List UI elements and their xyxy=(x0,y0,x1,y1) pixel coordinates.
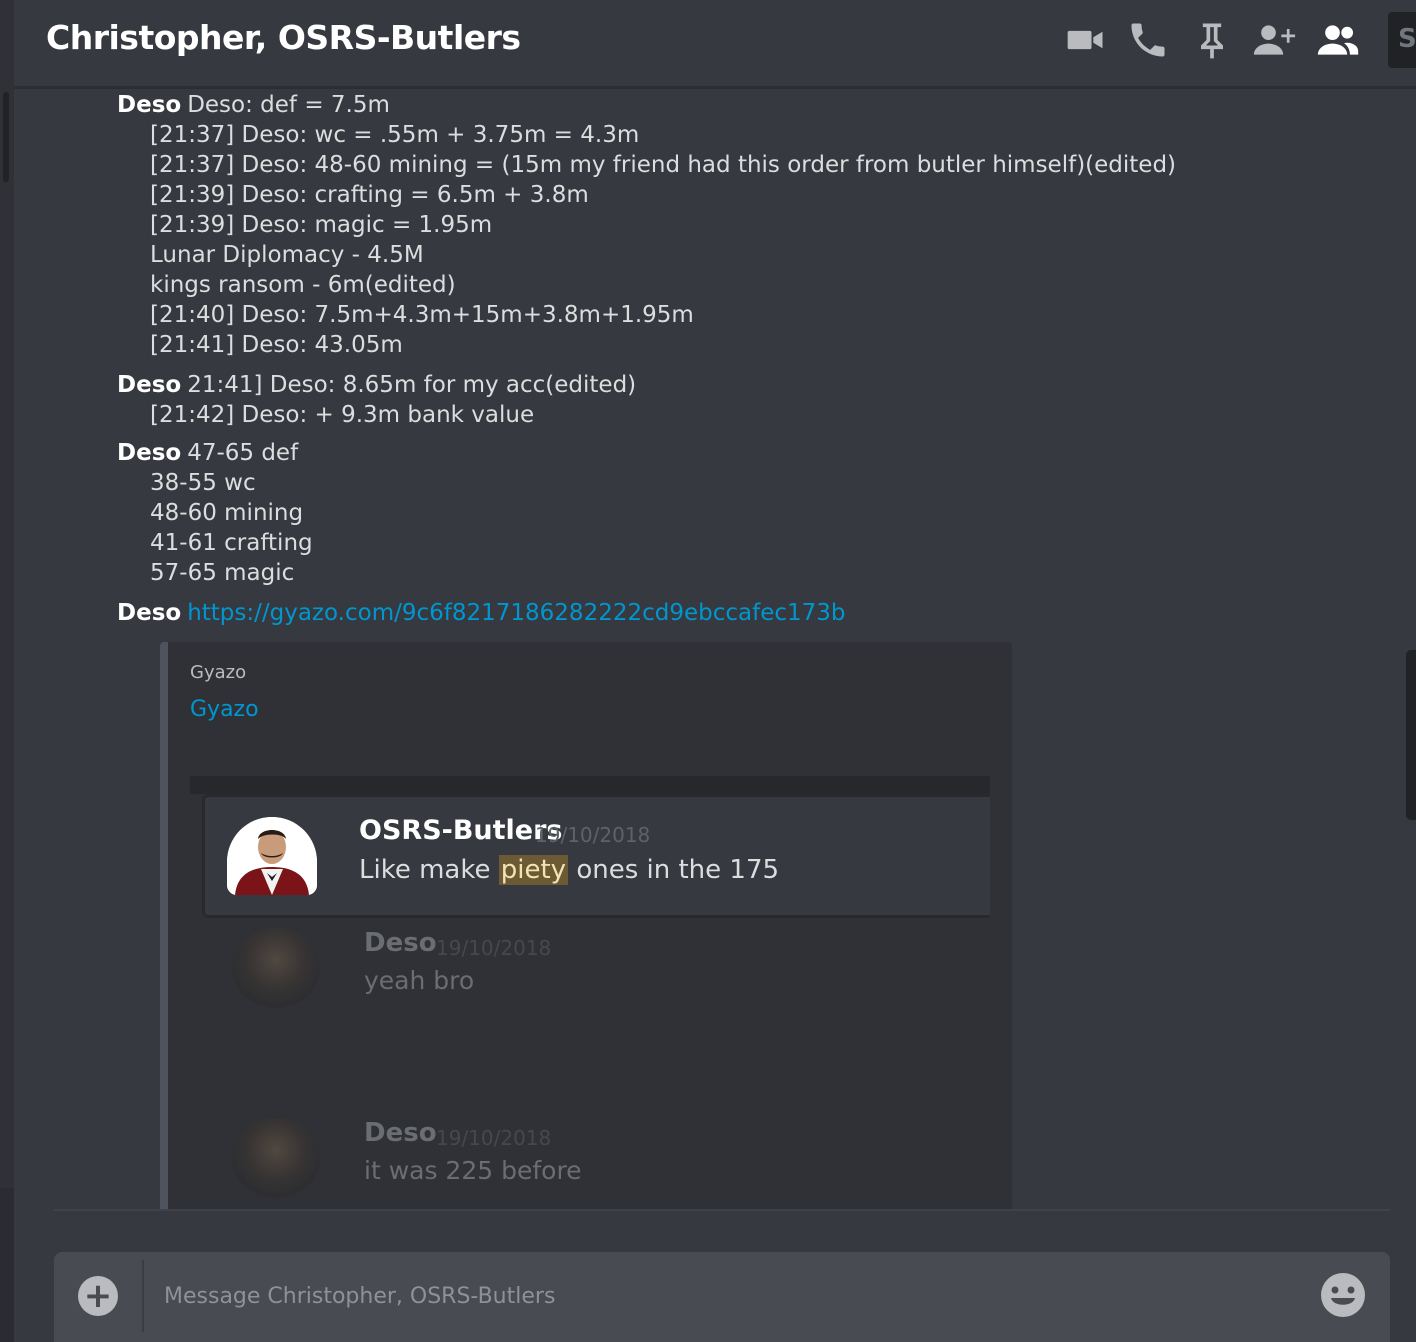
faded-text: yeah bro xyxy=(364,966,475,995)
pin-icon[interactable] xyxy=(1190,18,1234,62)
butler-avatar xyxy=(227,817,317,895)
message-line: Deso 21:41] Deso: 8.65m for my acc(edited… xyxy=(117,370,636,400)
search-highlight: piety xyxy=(498,855,569,885)
left-panel-lower xyxy=(0,1188,14,1342)
faded-author: Deso xyxy=(364,1118,437,1148)
add-friend-icon[interactable] xyxy=(1252,18,1296,62)
message-line: 48-60 mining xyxy=(150,500,304,526)
deso-avatar xyxy=(232,1118,320,1198)
message-line: 38-55 wc xyxy=(150,470,256,496)
video-call-icon[interactable] xyxy=(1064,18,1108,62)
faded-date: 19/10/2018 xyxy=(436,1126,552,1150)
message-line: [21:42] Deso: + 9.3m bank value xyxy=(150,402,535,428)
message-line: 41-61 crafting xyxy=(150,530,313,556)
search-box[interactable]: S xyxy=(1388,12,1416,68)
message-group: Deso https://gyazo.com/9c6f8217186282222c… xyxy=(117,598,846,628)
message-text: 47-65 def xyxy=(187,440,299,466)
message-line: [21:37] Deso: wc = .55m + 3.75m = 4.3m xyxy=(150,122,640,148)
message-line: [21:39] Deso: magic = 1.95m xyxy=(150,212,493,238)
message-line: [21:40] Deso: 7.5m+4.3m+15m+3.8m+1.95m xyxy=(150,302,694,328)
message-line: kings ransom - 6m(edited) xyxy=(150,272,456,298)
quoted-date: 19/10/2018 xyxy=(535,823,651,847)
message-line: [21:39] Deso: crafting = 6.5m + 3.8m xyxy=(150,182,589,208)
message-group: Deso 21:41] Deso: 8.65m for my acc(edited… xyxy=(117,370,636,430)
deso-avatar xyxy=(232,928,320,1008)
faded-date: 19/10/2018 xyxy=(436,936,552,960)
embed-image[interactable]: OSRS-Butlers 19/10/2018 Like make piety … xyxy=(190,776,990,1210)
message-line: Deso 47-65 def xyxy=(117,438,313,468)
message-input[interactable] xyxy=(164,1276,1304,1316)
message-text: 21:41] Deso: 8.65m for my acc(edited) xyxy=(187,372,637,398)
emoji-picker-icon[interactable] xyxy=(1320,1272,1366,1318)
message-composer: + xyxy=(54,1252,1390,1342)
composer-separator xyxy=(142,1260,144,1332)
channel-header: Christopher, OSRS-Butlers S xyxy=(14,0,1416,88)
embed-title[interactable]: Gyazo xyxy=(190,697,259,722)
gyazo-link[interactable]: https://gyazo.com/9c6f8217186282222cd9eb… xyxy=(187,600,845,626)
composer-divider xyxy=(54,1209,1390,1211)
message-line: [21:41] Deso: 43.05m xyxy=(150,332,403,358)
quoted-text-after: ones in the 175 xyxy=(568,855,780,885)
message-group: Deso Deso: def = 7.5m [21:37] Deso: wc = … xyxy=(117,90,1176,360)
quoted-message: OSRS-Butlers 19/10/2018 Like make piety … xyxy=(202,794,990,918)
message-line: [21:37] Deso: 48-60 mining = (15m my fri… xyxy=(150,152,1177,178)
message-line: Deso Deso: def = 7.5m xyxy=(117,90,1176,120)
message-list: Deso Deso: def = 7.5m [21:37] Deso: wc = … xyxy=(14,90,1406,1210)
message-author[interactable]: Deso xyxy=(117,372,181,398)
quoted-author: OSRS-Butlers xyxy=(359,815,563,846)
message-line: 57-65 magic xyxy=(150,560,295,586)
quoted-text: Like make piety ones in the 175 xyxy=(359,855,779,885)
member-list-icon[interactable] xyxy=(1316,18,1360,62)
channel-title: Christopher, OSRS-Butlers xyxy=(46,18,521,57)
voice-call-icon[interactable] xyxy=(1126,18,1170,62)
message-author[interactable]: Deso xyxy=(117,600,181,626)
link-embed: Gyazo Gyazo OSRS-Butlers 19/10/2018 Like… xyxy=(160,642,1012,1210)
left-scrollbar-thumb[interactable] xyxy=(3,92,9,182)
upload-plus-icon[interactable]: + xyxy=(78,1276,118,1316)
embed-provider[interactable]: Gyazo xyxy=(190,662,246,683)
message-text: Deso: def = 7.5m xyxy=(187,92,390,118)
message-author[interactable]: Deso xyxy=(117,440,181,466)
message-scrollbar-thumb[interactable] xyxy=(1406,650,1416,820)
faded-text: it was 225 before xyxy=(364,1156,582,1185)
left-panel-strip xyxy=(0,0,14,1342)
quoted-text-before: Like make xyxy=(359,855,499,885)
message-line: Lunar Diplomacy - 4.5M xyxy=(150,242,424,268)
message-author[interactable]: Deso xyxy=(117,92,181,118)
embed-image-topbar xyxy=(190,776,990,794)
message-line: Deso https://gyazo.com/9c6f8217186282222c… xyxy=(117,598,846,628)
message-group: Deso 47-65 def 38-55 wc 48-60 mining 41-6… xyxy=(117,438,313,588)
faded-author: Deso xyxy=(364,928,437,958)
